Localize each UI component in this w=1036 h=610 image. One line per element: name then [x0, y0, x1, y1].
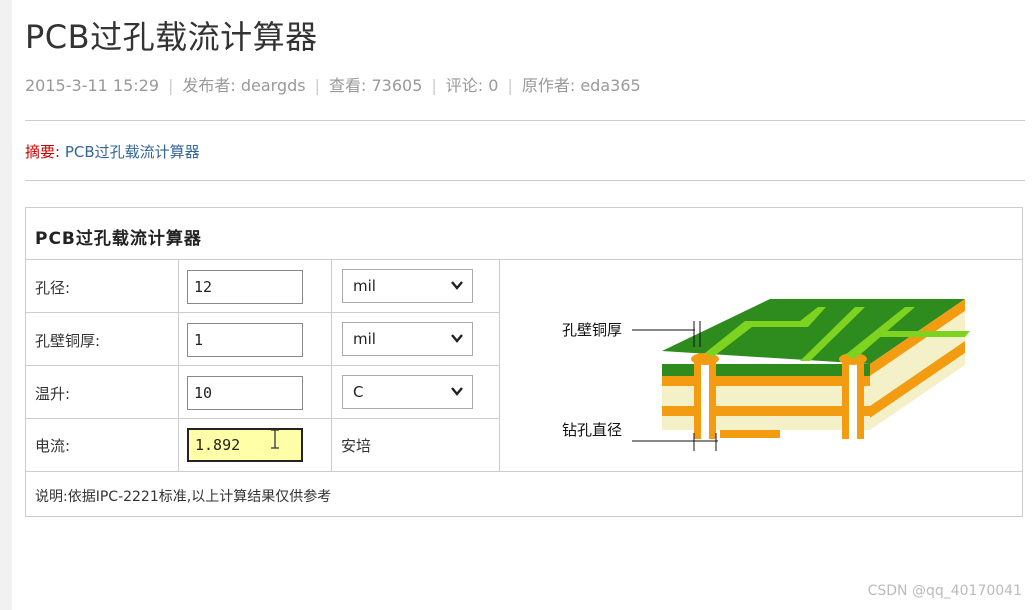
- calculator-note: 说明:依据IPC-2221标准,以上计算结果仅供参考: [35, 489, 332, 505]
- current-unit-label: 安培: [341, 437, 372, 455]
- watermark: CSDN @qq_40170041: [867, 583, 1022, 599]
- summary-key: 摘要:: [25, 143, 61, 161]
- meta-author: 原作者: eda365: [521, 76, 641, 95]
- text-cursor-icon: [271, 429, 279, 449]
- temperature-rise-label: 温升:: [35, 385, 71, 403]
- hole-diameter-unit-select[interactable]: mil: [342, 269, 473, 303]
- meta-separator: |: [431, 76, 437, 95]
- meta-separator: |: [507, 76, 513, 95]
- temperature-unit-select[interactable]: C: [342, 375, 473, 409]
- chevron-down-icon: [451, 281, 463, 290]
- selected-unit: C: [353, 383, 364, 401]
- meta-publisher: 发布者: deargds: [182, 76, 306, 95]
- grid-line: [26, 418, 499, 419]
- wall-thickness-callout: 孔壁铜厚: [562, 321, 622, 339]
- calculator-header: PCB过孔载流计算器: [26, 208, 1022, 260]
- meta-comments: 评论: 0: [445, 76, 499, 95]
- hole-diameter-input[interactable]: [187, 270, 303, 304]
- temperature-rise-input[interactable]: [187, 376, 303, 410]
- pcb-via-diagram: 孔壁铜厚 钻孔直径: [562, 299, 970, 451]
- meta-separator: |: [314, 76, 321, 95]
- divider: [25, 120, 1025, 121]
- wall-copper-thickness-input[interactable]: [187, 323, 303, 357]
- current-result-field[interactable]: [187, 428, 303, 462]
- grid-line: [26, 471, 1022, 472]
- article-summary: 摘要: PCB过孔载流计算器: [25, 141, 200, 162]
- selected-unit: mil: [353, 330, 376, 348]
- meta-separator: |: [168, 76, 174, 95]
- current-label: 电流:: [35, 437, 71, 455]
- meta-date: 2015-3-11 15:29: [25, 76, 159, 95]
- article-meta: 2015-3-11 15:29 | 发布者: deargds | 查看: 73605 | 评…: [25, 72, 641, 96]
- chevron-down-icon: [451, 334, 463, 343]
- wall-copper-thickness-label: 孔壁铜厚:: [35, 332, 101, 350]
- calculator-title: PCB过孔载流计算器: [35, 229, 202, 249]
- grid-line: [26, 312, 499, 313]
- drill-diameter-callout: 钻孔直径: [562, 421, 622, 439]
- meta-views: 查看: 73605: [329, 76, 423, 95]
- divider: [25, 180, 1025, 181]
- wall-copper-unit-select[interactable]: mil: [342, 322, 473, 356]
- hole-diameter-label: 孔径:: [35, 279, 71, 297]
- page-title: PCB过孔载流计算器: [25, 18, 318, 56]
- left-gutter: [0, 0, 12, 610]
- summary-value: PCB过孔载流计算器: [64, 143, 200, 161]
- grid-line: [26, 365, 499, 366]
- chevron-down-icon: [451, 387, 463, 396]
- selected-unit: mil: [353, 277, 376, 295]
- via-current-calculator: PCB过孔载流计算器 孔径: mil 孔壁铜厚: mil 温升: C 电流: 安…: [25, 207, 1023, 517]
